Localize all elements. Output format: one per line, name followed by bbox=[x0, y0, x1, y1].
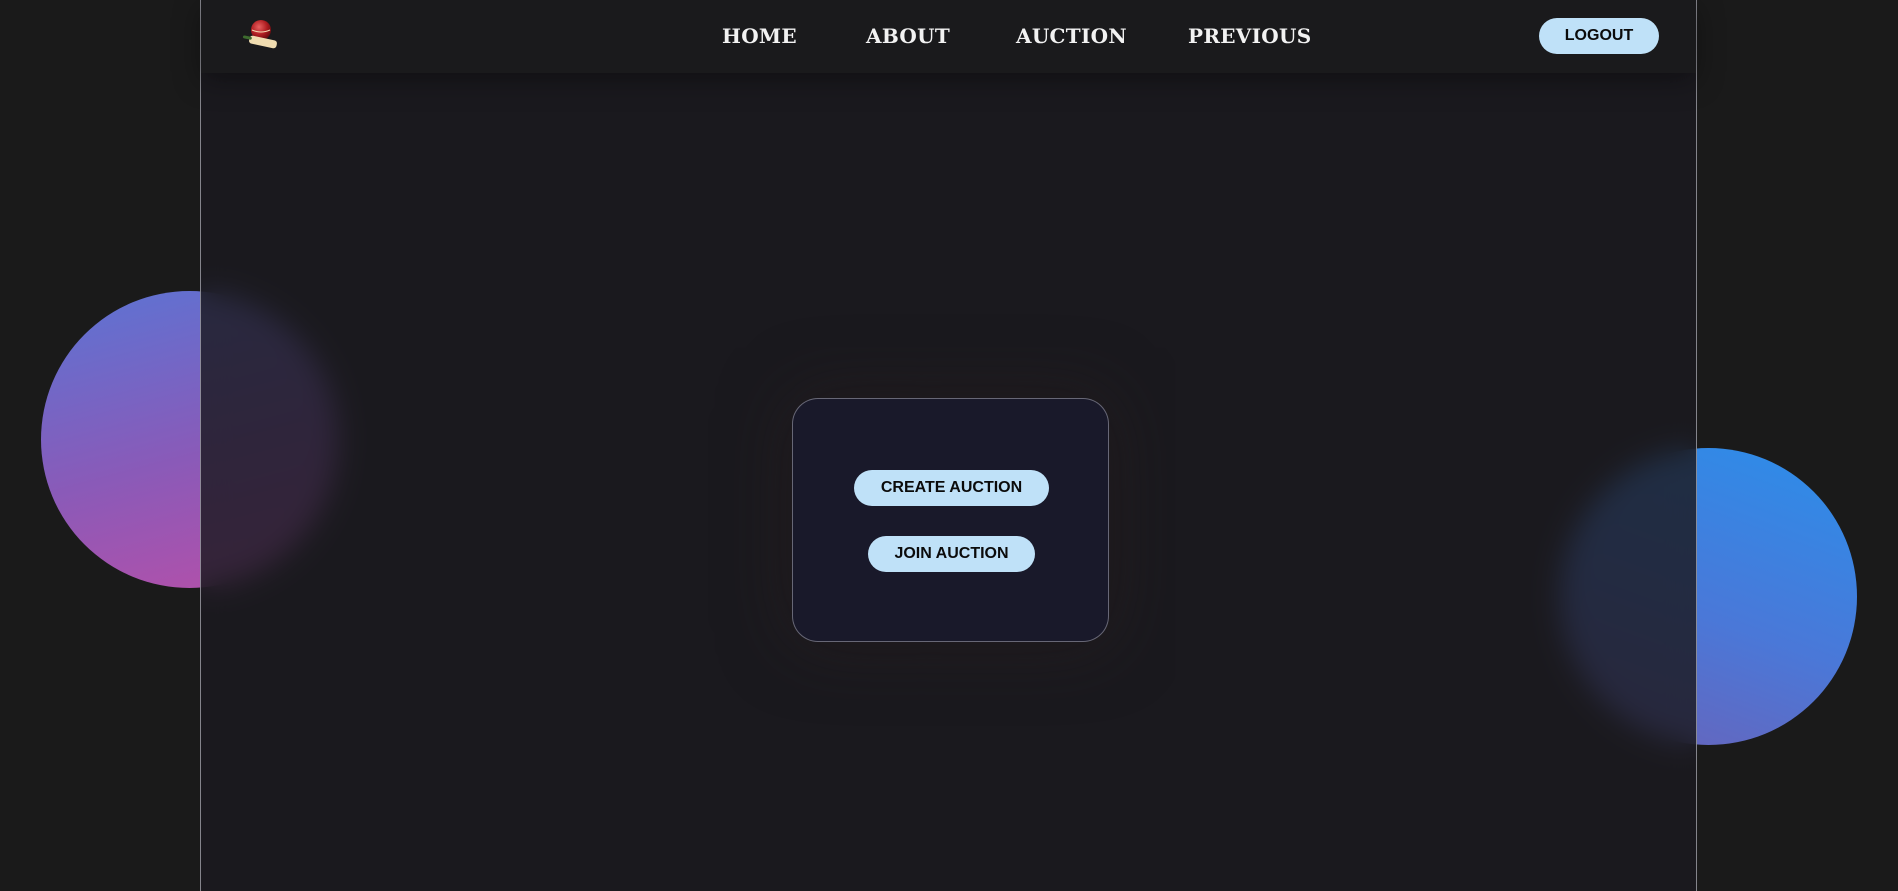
auction-actions-card: CREATE AUCTION JOIN AUCTION bbox=[792, 398, 1109, 642]
logout-button[interactable]: LOGOUT bbox=[1539, 18, 1659, 54]
nav-auction-link[interactable]: AUCTION bbox=[1016, 24, 1127, 48]
nav-links: HOME ABOUT AUCTION PREVIOUS bbox=[201, 24, 1696, 50]
nav-previous-link[interactable]: PREVIOUS bbox=[1188, 24, 1311, 48]
page: HOME ABOUT AUCTION PREVIOUS LOGOUT CREAT… bbox=[0, 0, 1898, 891]
nav-home-link[interactable]: HOME bbox=[722, 24, 797, 48]
join-auction-button[interactable]: JOIN AUCTION bbox=[868, 536, 1035, 572]
create-auction-button[interactable]: CREATE AUCTION bbox=[854, 470, 1049, 506]
nav-about-link[interactable]: ABOUT bbox=[866, 24, 950, 48]
navbar: HOME ABOUT AUCTION PREVIOUS LOGOUT bbox=[201, 0, 1696, 73]
main-glass-panel: HOME ABOUT AUCTION PREVIOUS LOGOUT CREAT… bbox=[200, 0, 1697, 891]
